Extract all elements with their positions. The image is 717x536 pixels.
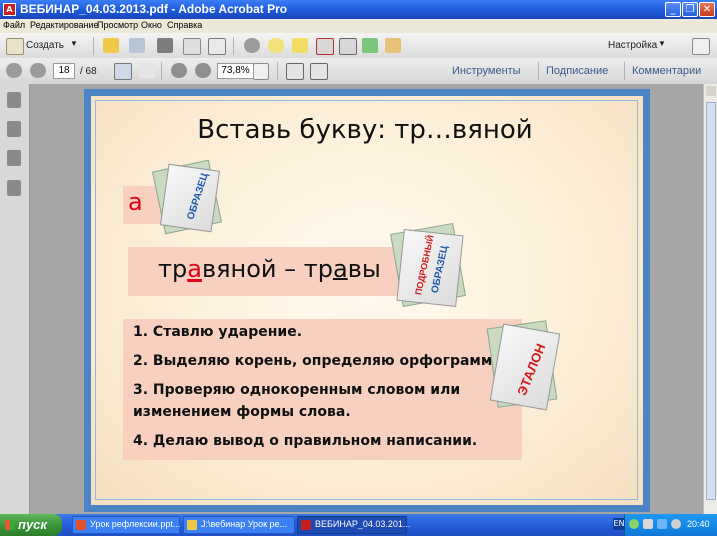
sign-pane-link[interactable]: Подписание <box>546 65 608 77</box>
slide-title: Вставь букву: тр…вяной <box>197 115 533 145</box>
word-check-box: травяной – травы <box>128 247 411 296</box>
toolbar-separator <box>538 62 539 80</box>
menu-view[interactable]: Просмотр <box>97 20 138 30</box>
open-folder-icon[interactable] <box>103 38 119 53</box>
fullscreen-icon[interactable] <box>310 63 328 80</box>
menu-edit[interactable]: Редактирование <box>30 20 99 30</box>
signatures-icon[interactable] <box>7 180 21 196</box>
highlight-icon[interactable] <box>292 38 308 53</box>
detailed-sample-sticker[interactable]: ПОДРОБНЫЙ ОБРАЗЕЦ <box>390 222 470 312</box>
edit-icon[interactable] <box>183 38 201 55</box>
sign-icon[interactable] <box>385 38 401 53</box>
word-check-text: травяной – травы <box>158 255 381 283</box>
page-number-input[interactable]: 18 <box>53 63 75 79</box>
export-icon[interactable] <box>362 38 378 53</box>
tools-pane-link[interactable]: Инструменты <box>452 65 521 77</box>
network-icon[interactable] <box>657 519 667 529</box>
powerpoint-icon <box>76 520 86 530</box>
scroll-up-icon[interactable] <box>706 86 716 96</box>
window-title: ВЕБИНАР_04.03.2013.pdf - Adobe Acrobat P… <box>20 2 288 16</box>
gear-icon[interactable] <box>244 38 260 53</box>
step-item: 4. Делаю вывод о правильном написании. <box>133 433 478 449</box>
security-icon[interactable] <box>339 38 357 55</box>
taskbar-item-active[interactable]: ВЕБИНАР_04.03.201... <box>297 516 410 534</box>
menu-window[interactable]: Окно <box>141 20 162 30</box>
scroll-thumb[interactable] <box>706 102 716 500</box>
restore-button[interactable]: ❐ <box>682 2 698 17</box>
toolbar-separator <box>233 37 234 55</box>
main-toolbar: Создать ▼ Настройка ▼ <box>0 33 717 59</box>
save-icon[interactable] <box>129 38 145 53</box>
settings-dropdown-icon[interactable]: ▼ <box>658 39 666 48</box>
start-button[interactable]: пуск <box>0 514 62 536</box>
zoom-in-icon[interactable] <box>195 63 211 78</box>
create-document-icon[interactable] <box>6 38 24 55</box>
system-tray: EN 20:40 <box>613 514 717 536</box>
clock: 20:40 <box>687 519 710 529</box>
page-thumbnails-icon[interactable] <box>7 92 21 108</box>
fit-page-icon[interactable] <box>286 63 304 80</box>
close-button[interactable]: ✕ <box>699 2 715 17</box>
zoom-out-icon[interactable] <box>171 63 187 78</box>
taskbar-item[interactable]: J:\вебинар Урок ре... <box>183 516 295 534</box>
acrobat-icon <box>301 520 311 530</box>
comments-pane-link[interactable]: Комментарии <box>632 65 701 77</box>
zoom-input[interactable]: 73,8% <box>217 63 254 79</box>
check-letter: а <box>332 255 348 283</box>
toolbar-separator <box>93 37 94 55</box>
zoom-dropdown-icon[interactable] <box>253 63 269 80</box>
windows-flag-icon <box>5 520 15 530</box>
attachments-icon[interactable] <box>7 150 21 166</box>
navigation-panel <box>0 84 30 514</box>
hand-tool-icon[interactable] <box>139 63 155 78</box>
step-item: 3. Проверяю однокоренным словом или <box>133 382 461 398</box>
print-icon[interactable] <box>157 38 173 53</box>
next-page-icon[interactable] <box>30 63 46 78</box>
create-dropdown-icon[interactable]: ▼ <box>70 39 78 48</box>
taskbar-item[interactable]: Урок рефлексии.ppt... <box>72 516 180 534</box>
navigation-toolbar: Инструменты Подписание Комментарии <box>0 58 717 85</box>
settings-menu[interactable]: Настройка <box>608 40 657 51</box>
menu-bar: Файл Редактирование Просмотр Окно Справк… <box>0 19 717 33</box>
menu-file[interactable]: Файл <box>3 20 25 30</box>
step-item: изменением формы слова. <box>133 404 351 420</box>
toolbar-separator <box>624 62 625 80</box>
page-total: / 68 <box>80 66 97 77</box>
step-item: 1. Ставлю ударение. <box>133 324 303 340</box>
toolbar-separator <box>161 62 162 80</box>
select-cursor-icon[interactable] <box>114 63 132 80</box>
language-indicator[interactable]: EN <box>613 518 625 530</box>
algorithm-steps-box: 1. Ставлю ударение. 2. Выделяю корень, о… <box>123 319 522 460</box>
bookmarks-icon[interactable] <box>7 121 21 137</box>
tray-icon[interactable] <box>629 519 639 529</box>
delete-page-icon[interactable] <box>316 38 334 55</box>
toolbar-separator <box>277 62 278 80</box>
create-button[interactable]: Создать <box>26 40 64 51</box>
expand-icon[interactable] <box>692 38 710 55</box>
folder-icon <box>187 520 197 530</box>
sample-sticker[interactable]: ОБРАЗЕЦ <box>151 157 224 237</box>
acrobat-app-icon: A <box>3 3 16 16</box>
title-bar: A ВЕБИНАР_04.03.2013.pdf - Adobe Acrobat… <box>0 0 717 19</box>
step-item: 2. Выделяю корень, определяю орфограмму. <box>133 353 507 369</box>
orthogram-letter: а <box>187 255 202 283</box>
answer-letter: а <box>128 188 143 216</box>
previous-page-icon[interactable] <box>6 63 22 78</box>
comment-bubble-icon[interactable] <box>268 38 284 53</box>
minimize-button[interactable]: _ <box>665 2 681 17</box>
volume-icon[interactable] <box>671 519 681 529</box>
vertical-scrollbar[interactable] <box>703 84 717 514</box>
email-icon[interactable] <box>208 38 226 55</box>
tray-icon[interactable] <box>643 519 653 529</box>
menu-help[interactable]: Справка <box>167 20 202 30</box>
standard-sticker[interactable]: ЭТАЛОН <box>484 318 564 414</box>
